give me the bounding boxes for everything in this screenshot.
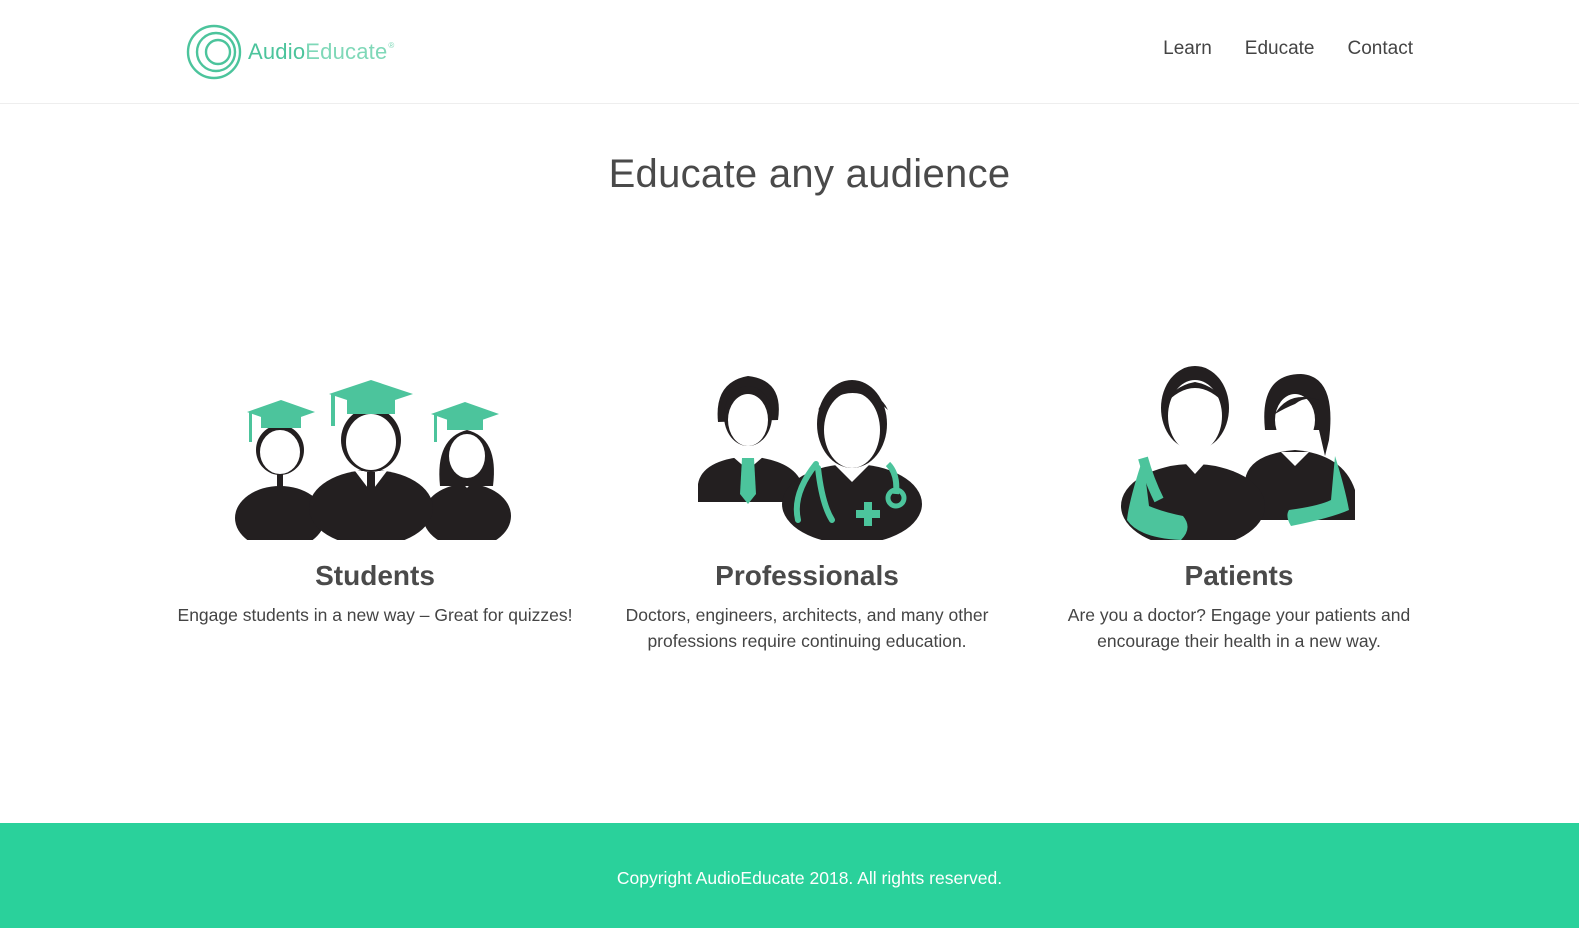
audience-card-students: Students Engage students in a new way – … [175, 340, 575, 628]
audience-title-students: Students [315, 560, 435, 591]
nav-educate[interactable]: Educate [1245, 38, 1315, 60]
site-footer: Copyright AudioEducate 2018. All rights … [0, 823, 1579, 928]
students-graduation-icon [235, 380, 511, 540]
audience-card-professionals: Professionals Doctors, engineers, archit… [607, 340, 1007, 654]
logo-text-audio: Audio [248, 39, 306, 64]
nav-contact[interactable]: Contact [1348, 38, 1413, 60]
logo-text-educate: Educate [305, 39, 388, 64]
footer-copyright: Copyright AudioEducate 2018. All rights … [616, 868, 1003, 888]
main-nav: Learn Educate Contact [1163, 38, 1413, 60]
audience-title-patients: Patients [1184, 560, 1294, 591]
logo-wordmark: Audio Educate ® [248, 39, 395, 65]
audioeducate-logo-icon [186, 24, 242, 80]
audience-description-professionals: Doctors, engineers, architects, and many… [625, 605, 989, 651]
professionals-doctor-icon [698, 376, 922, 540]
nav-learn[interactable]: Learn [1163, 38, 1212, 60]
audience-title-professionals: Professionals [715, 560, 899, 591]
logo-registered-mark: ® [388, 41, 395, 50]
site-header: Audio Educate ® Learn Educate Contact [0, 0, 1579, 104]
patients-icon [1121, 366, 1355, 540]
logo[interactable]: Audio Educate ® [186, 24, 395, 80]
page-headline: Educate any audience [608, 152, 1011, 196]
audience-description-students: Engage students in a new way – Great for… [177, 605, 573, 625]
audience-card-patients: Patients Are you a doctor? Engage your p… [1039, 340, 1439, 654]
audience-description-patients: Are you a doctor? Engage your patients a… [1067, 605, 1411, 651]
